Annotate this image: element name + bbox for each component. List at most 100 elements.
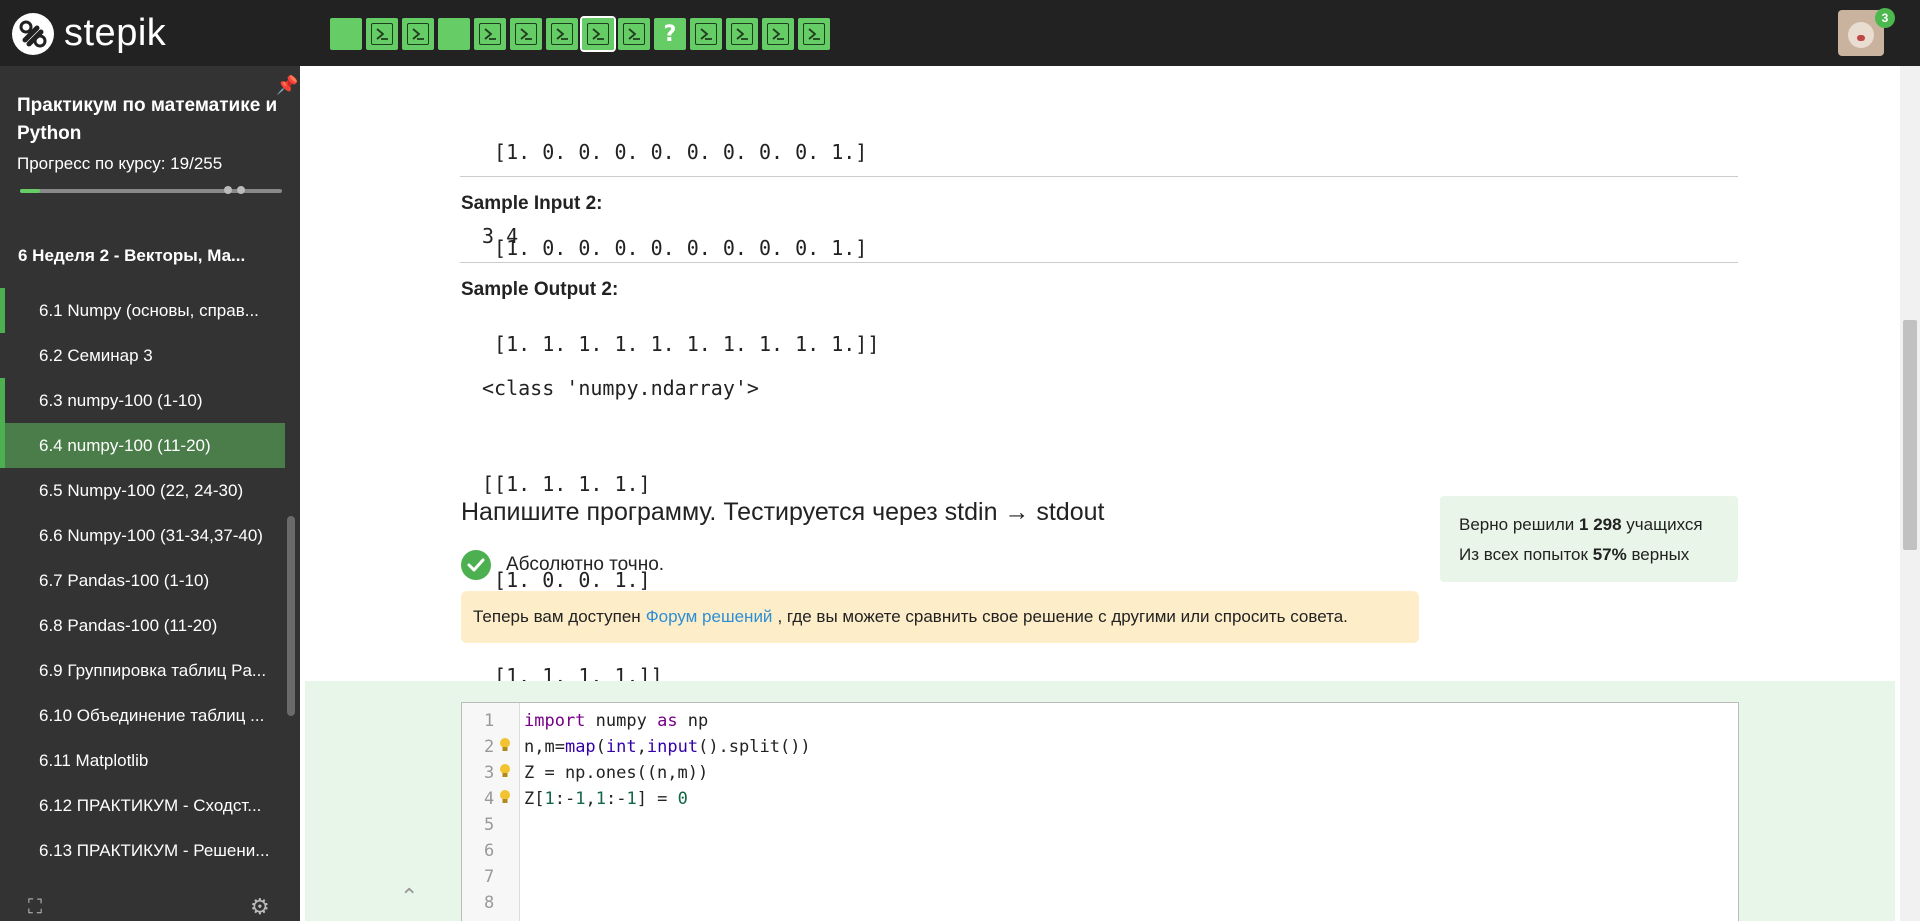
line-number: 5	[484, 815, 495, 835]
lesson-6-7[interactable]: 6.7 Pandas-100 (1-10)	[0, 558, 285, 603]
sidebar-scrollbar[interactable]	[287, 516, 295, 716]
step-14[interactable]	[798, 18, 830, 50]
progress-fill	[20, 189, 40, 193]
brand-name: stepik	[64, 12, 167, 54]
editor-gutter: 1 2 3 4 5 6 7 8	[462, 703, 520, 921]
avatar-nose	[1857, 35, 1865, 41]
code-step-icon	[731, 23, 753, 45]
step-1[interactable]	[330, 18, 362, 50]
solve-stats: Верно решили 1 298 учащихся Из всех попы…	[1440, 496, 1738, 582]
forum-link[interactable]: Форум решений	[646, 607, 773, 627]
top-bar: stepik ? 3	[0, 0, 1920, 66]
chevron-up-icon[interactable]: ⌃	[400, 884, 418, 910]
step-12[interactable]	[726, 18, 758, 50]
code-step-icon	[623, 23, 645, 45]
code-line-4[interactable]: Z[1:-1,1:-1] = 0	[524, 789, 688, 809]
code-step-icon	[767, 23, 789, 45]
lesson-6-12[interactable]: 6.12 ПРАКТИКУМ - Сходст...	[0, 783, 285, 828]
lesson-6-4-active[interactable]: 6.4 numpy-100 (11-20)	[0, 423, 285, 468]
code-step-icon	[371, 23, 393, 45]
sample-input-2-label: Sample Input 2:	[461, 193, 603, 214]
output-line: [1. 0. 0. 0. 0. 0. 0. 0. 0. 1.]	[482, 140, 868, 164]
gear-icon[interactable]: ⚙	[250, 894, 270, 920]
lesson-6-3[interactable]: 6.3 numpy-100 (1-10)	[0, 378, 285, 423]
page-scrollbar-thumb[interactable]	[1903, 320, 1917, 550]
lesson-nav: 6 Неделя 2 - Векторы, Ма... 6.1 Numpy (о…	[0, 216, 285, 921]
line-number: 3	[484, 763, 495, 783]
line-number: 2	[484, 737, 495, 757]
task-title: Напишите программу. Тестируется через st…	[461, 498, 1105, 526]
stepik-logo[interactable]: stepik	[12, 12, 166, 55]
lesson-6-8[interactable]: 6.8 Pandas-100 (11-20)	[0, 603, 285, 648]
lesson-6-11[interactable]: 6.11 Matplotlib	[0, 738, 285, 783]
line-number: 6	[484, 841, 495, 861]
step-6[interactable]	[510, 18, 542, 50]
lesson-6-10[interactable]: 6.10 Объединение таблиц ...	[0, 693, 285, 738]
step-content: [1. 0. 0. 0. 0. 0. 0. 0. 0. 1.] [1. 0. 0…	[300, 66, 1900, 921]
lightbulb-icon[interactable]	[498, 789, 512, 805]
code-editor[interactable]: 1 2 3 4 5 6 7 8 import numpy as np n,m=m…	[461, 702, 1739, 921]
lesson-6-5[interactable]: 6.5 Numpy-100 (22, 24-30)	[0, 468, 285, 513]
step-8-current[interactable]	[580, 16, 616, 52]
fullscreen-icon[interactable]: ⛶	[28, 896, 42, 919]
step-11[interactable]	[690, 18, 722, 50]
code-line-2[interactable]: n,m=map(int,input().split())	[524, 737, 811, 757]
progress-marker	[237, 186, 245, 194]
lesson-6-1[interactable]: 6.1 Numpy (основы, справ...	[0, 288, 285, 333]
course-title[interactable]: Практикум по математике и Python	[17, 92, 279, 148]
divider	[460, 176, 1738, 177]
sample-input-2: 3 4	[482, 224, 519, 248]
divider	[460, 262, 1738, 263]
lesson-6-9[interactable]: 6.9 Группировка таблиц Pa...	[0, 648, 285, 693]
hint-text-before: Теперь вам доступен	[473, 607, 641, 626]
output-line: <class 'numpy.ndarray'>	[482, 376, 759, 400]
lesson-steps: ?	[330, 16, 830, 52]
code-step-icon	[515, 23, 537, 45]
code-step-icon	[479, 23, 501, 45]
hint-text-after: , где вы можете сравнить свое решение с …	[777, 607, 1348, 626]
result-text: Абсолютно точно.	[506, 554, 665, 575]
sample-output-2-label: Sample Output 2:	[461, 279, 619, 300]
code-line-1[interactable]: import numpy as np	[524, 711, 708, 731]
line-number: 1	[484, 711, 495, 731]
forum-hint: Теперь вам доступен Форум решений , где …	[461, 591, 1419, 643]
stats-accuracy-value: 57%	[1592, 545, 1627, 564]
code-step-icon	[551, 23, 573, 45]
lesson-6-6[interactable]: 6.6 Numpy-100 (31-34,37-40)	[0, 513, 285, 558]
lightbulb-icon[interactable]	[498, 763, 512, 779]
code-step-icon	[695, 23, 717, 45]
question-icon: ?	[663, 21, 677, 47]
lesson-6-2[interactable]: 6.2 Семинар 3	[0, 333, 285, 378]
stats-accuracy-after: верных	[1631, 545, 1690, 564]
step-5[interactable]	[474, 18, 506, 50]
course-sidebar: 📌 Практикум по математике и Python Прогр…	[0, 66, 300, 921]
step-4[interactable]	[438, 18, 470, 50]
line-number: 7	[484, 867, 495, 887]
line-number: 8	[484, 893, 495, 913]
code-line-3[interactable]: Z = np.ones((n,m))	[524, 763, 708, 783]
stats-solved: Верно решили 1 298 учащихся	[1459, 510, 1738, 540]
step-3[interactable]	[402, 18, 434, 50]
line-number: 4	[484, 789, 495, 809]
progress-marker	[224, 186, 232, 194]
output-line: [1. 0. 0. 0. 0. 0. 0. 0. 0. 1.]	[482, 236, 868, 260]
stepik-logo-icon	[12, 12, 54, 55]
stats-solved-before: Верно решили	[1459, 515, 1575, 534]
step-2[interactable]	[366, 18, 398, 50]
notification-badge[interactable]: 3	[1875, 8, 1895, 28]
step-7[interactable]	[546, 18, 578, 50]
code-step-icon	[803, 23, 825, 45]
check-icon	[461, 550, 491, 580]
step-9[interactable]	[618, 18, 650, 50]
pin-icon[interactable]: 📌	[276, 75, 298, 96]
step-13[interactable]	[762, 18, 794, 50]
stats-solved-after: учащихся	[1626, 515, 1703, 534]
section-week-2[interactable]: 6 Неделя 2 - Векторы, Ма...	[0, 234, 285, 278]
lightbulb-icon[interactable]	[498, 737, 512, 753]
step-10-quiz[interactable]: ?	[654, 18, 686, 50]
progress-bar	[20, 186, 282, 194]
progress-label: Прогресс по курсу: 19/255	[17, 154, 223, 173]
lesson-6-13[interactable]: 6.13 ПРАКТИКУМ - Решени...	[0, 828, 285, 873]
output-line: [[1. 1. 1. 1.]	[482, 472, 651, 496]
stats-solved-value: 1 298	[1579, 515, 1622, 534]
